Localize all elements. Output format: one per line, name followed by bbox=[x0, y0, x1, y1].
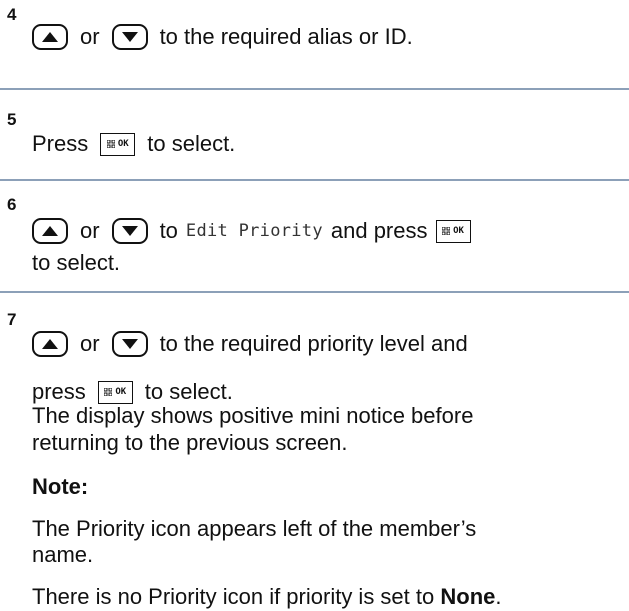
ok-label: OK bbox=[453, 225, 464, 236]
result-text-line2: returning to the previous screen. bbox=[32, 430, 348, 455]
step-instruction: or to the required alias or ID. bbox=[32, 23, 413, 51]
note-text-line3: There is no Priority icon if priority is… bbox=[32, 583, 502, 611]
ok-label: OK bbox=[115, 386, 127, 397]
arrow-up-key-icon bbox=[32, 218, 68, 244]
note-line3-text: There is no Priority icon if priority is… bbox=[32, 584, 435, 609]
and-press-text: and press bbox=[330, 218, 428, 243]
divider bbox=[0, 88, 629, 90]
arrow-down-key-icon bbox=[111, 331, 148, 357]
menu-item-edit-priority: Edit Priority bbox=[185, 221, 323, 241]
arrow-up-key-icon bbox=[32, 24, 68, 50]
or-text: or bbox=[80, 331, 100, 356]
arrow-down-key-icon bbox=[111, 218, 148, 244]
note-text-line1: The Priority icon appears left of the me… bbox=[32, 516, 477, 541]
step-instruction: or to Edit Priority and press OK bbox=[32, 217, 471, 245]
press-text: Press bbox=[32, 131, 89, 156]
note-text-line2: name. bbox=[32, 542, 94, 567]
arrow-down-key-icon bbox=[111, 24, 148, 50]
or-text: or bbox=[80, 218, 100, 243]
period: . bbox=[495, 584, 502, 609]
menu-grid-icon bbox=[104, 388, 113, 396]
instruction-continuation: to select. bbox=[32, 250, 121, 275]
divider bbox=[0, 291, 629, 293]
step-number: 7 bbox=[7, 310, 17, 329]
menu-ok-key-icon: OK bbox=[97, 380, 133, 404]
ok-label: OK bbox=[117, 138, 129, 149]
step-instruction: or to the required priority level and bbox=[32, 330, 468, 358]
none-value: None bbox=[440, 584, 496, 609]
menu-ok-key-icon: OK bbox=[435, 219, 471, 243]
result-text-line1: The display shows positive mini notice b… bbox=[32, 403, 474, 428]
instruction-text: to the required alias or ID. bbox=[159, 24, 413, 49]
divider bbox=[0, 179, 629, 181]
or-text: or bbox=[80, 24, 100, 49]
step-number: 5 bbox=[7, 110, 17, 129]
menu-grid-icon bbox=[442, 227, 451, 235]
menu-ok-key-icon: OK bbox=[100, 132, 136, 156]
step-number: 4 bbox=[7, 5, 17, 24]
step-instruction: Press OK to select. bbox=[32, 130, 235, 158]
instruction-text: to select. bbox=[147, 131, 236, 156]
to-text: to bbox=[159, 218, 178, 243]
instruction-text: to the required priority level and bbox=[159, 331, 468, 356]
step-number: 6 bbox=[7, 195, 17, 214]
menu-grid-icon bbox=[106, 140, 115, 148]
note-label: Note: bbox=[32, 474, 89, 499]
arrow-up-key-icon bbox=[32, 331, 68, 357]
